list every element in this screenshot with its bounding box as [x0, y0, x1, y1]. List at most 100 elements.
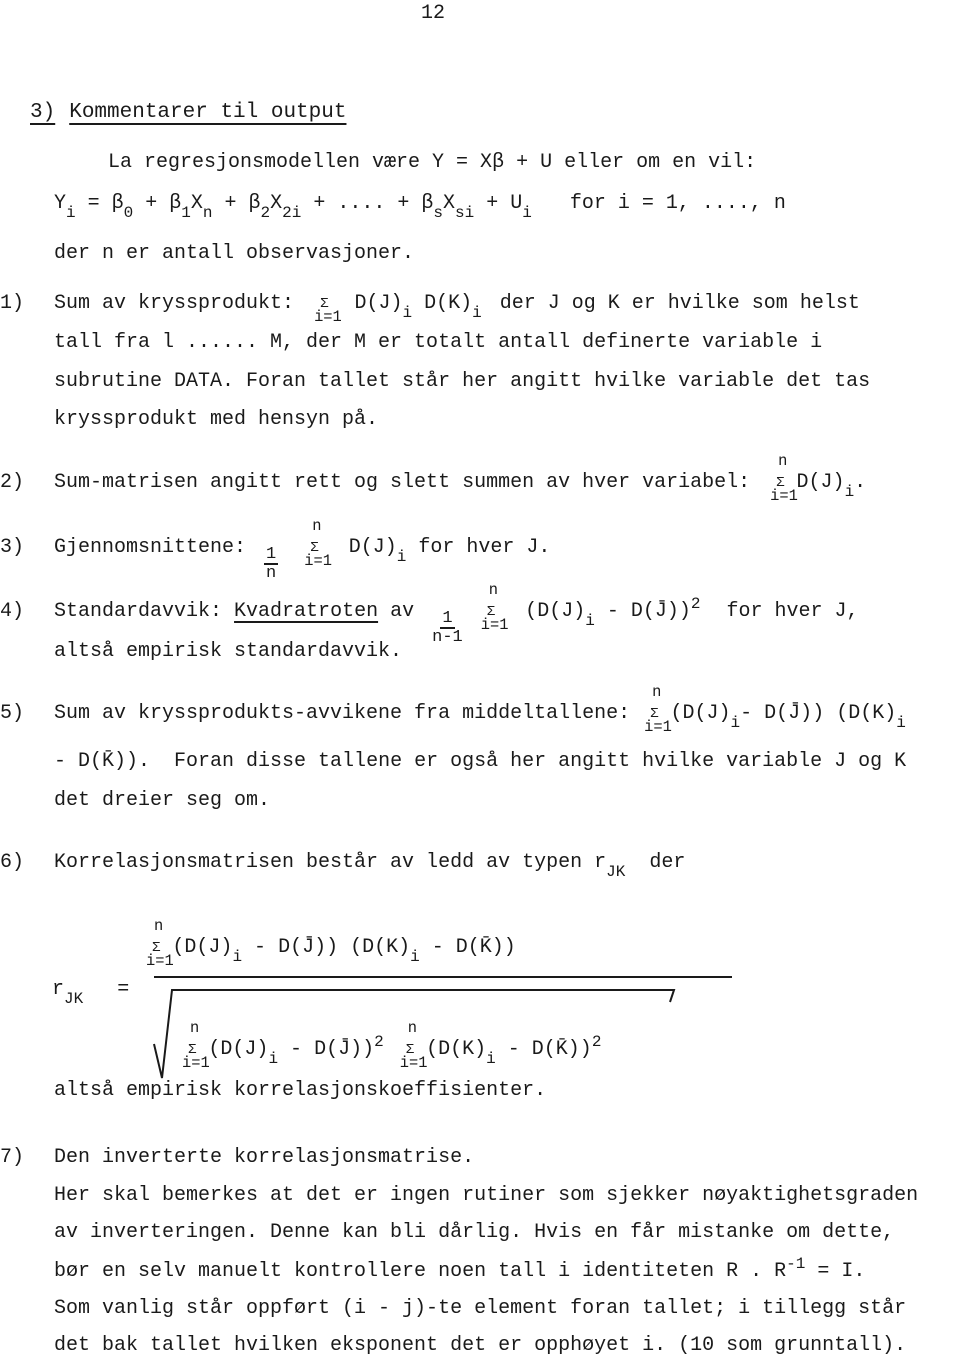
item-text: der J og K er hvilke som helst: [499, 292, 860, 315]
formula-numerator: Σi=1 n (D(J)i - D(J̄)) (D(K)i - D(K̄)): [146, 917, 516, 971]
item-1: 1) Sum av kryssprodukt: Σi=1 D(J)i D(K)i …: [0, 292, 860, 327]
item-text: det bak tallet hvilken eksponent det er …: [54, 1334, 907, 1357]
item-text: for hver J.: [418, 536, 551, 559]
math-term: D(K): [424, 292, 473, 315]
sigma-lower-limit: i=1: [314, 308, 342, 327]
section-number: 3): [30, 101, 56, 124]
sigma-lower-limit: i=1: [146, 952, 174, 971]
math-term: D(J̄): [764, 702, 813, 725]
math-term: .: [854, 471, 867, 494]
item-text: subrutine DATA. Foran tallet står her an…: [54, 370, 871, 393]
item-number: 6): [0, 851, 25, 874]
sigma-upper-limit: n: [190, 1019, 200, 1038]
item-number: 1): [0, 292, 25, 315]
math-sup: 2: [591, 1033, 602, 1051]
item-text: kryssprodukt med hensyn på.: [54, 408, 379, 431]
eq-sub: n: [202, 203, 213, 222]
math-term: D(J̄): [630, 600, 679, 623]
item-number: 2): [0, 471, 25, 494]
item-number: 7): [0, 1146, 25, 1169]
model-equation: Yi = β0 + β1Xn + β2X2i + .... + βsXsi + …: [54, 192, 786, 221]
math-sup: 2: [374, 1033, 384, 1051]
formula-denominator: Σi=1 n (D(J)i - D(J̄))2 Σi=1 n (D(K)i - D(K̄…: [182, 1019, 602, 1073]
item-number: 5): [0, 702, 25, 725]
item-text: Som vanlig står oppført (i - j)-te eleme…: [54, 1297, 907, 1320]
math-term: D(J): [796, 471, 845, 494]
sigma-upper-limit: n: [778, 452, 788, 471]
fraction-denominator: n: [266, 564, 277, 583]
math-sub: i: [268, 1049, 279, 1068]
fraction-one-over-n: 1n: [264, 546, 279, 583]
sigma-symbol: Σi=1 n: [146, 917, 174, 971]
section-heading: 3) Kommentarer til output: [30, 102, 346, 123]
eq-term: + U: [474, 192, 523, 215]
math-sub: i: [472, 303, 482, 322]
fraction-bar: [154, 976, 732, 978]
underlined-term: Kvadratroten: [234, 600, 379, 623]
sigma-upper-limit: n: [312, 517, 322, 536]
fraction-one-over-n-minus-1: 1 n-1: [432, 610, 463, 646]
fraction-numerator: 1: [440, 609, 455, 629]
math-sub: i: [410, 947, 420, 966]
math-sub: JK: [64, 989, 84, 1008]
eq-sub: 2i: [282, 203, 302, 222]
item-text: Her skal bemerkes at det er ingen rutine…: [54, 1184, 919, 1207]
item-text: = I.: [805, 1260, 866, 1283]
intro-note: der n er antall observasjoner.: [54, 242, 415, 265]
math-sub: JK: [606, 862, 626, 881]
sigma-lower-limit: i=1: [644, 718, 672, 737]
math-sup: -1: [786, 1255, 806, 1273]
math-term: -: [594, 600, 631, 623]
eq-sub: 0: [123, 203, 134, 222]
sigma-symbol: Σi=1 n: [304, 517, 332, 571]
eq-term: + .... + β: [301, 192, 434, 215]
item-text: av inverteringen. Denne kan bli dårlig. …: [54, 1221, 895, 1244]
sigma-lower-limit: i=1: [770, 487, 798, 506]
item-7-identity-line: bør en selv manuelt kontrollere noen tal…: [54, 1256, 866, 1283]
item-number: 3): [0, 536, 25, 559]
fraction-denominator: n-1: [432, 628, 463, 647]
math-sub: i: [730, 713, 741, 732]
math-term: - D(K̄)).: [54, 750, 151, 773]
math-sub: i: [844, 482, 855, 501]
formula-lhs: rJK =: [52, 980, 129, 1007]
sigma-symbol: Σi=1 n: [182, 1019, 210, 1073]
item-2: 2) Sum-matrisen angitt rett og slett summ…: [0, 453, 867, 504]
item-text: der: [649, 851, 686, 874]
item-lead: Sum av kryssprodukts-avvikene fra middel…: [54, 702, 631, 725]
item-text: for hver J,: [726, 600, 859, 623]
eq-term: X: [442, 192, 455, 215]
math-term: D(K̄): [531, 1038, 580, 1061]
correlation-formula: rJK = Σi=1 n (D(J)i - D(J̄)) (D(K)i - D(K̄…: [52, 898, 732, 1088]
eq-lhs: Y: [54, 192, 67, 215]
sigma-symbol: Σi=1 n: [644, 683, 672, 737]
item-7: 7) Den inverterte korrelasjonsmatrise.: [0, 1148, 474, 1168]
sigma-lower-limit: i=1: [399, 1054, 428, 1073]
eq-sub: 2: [260, 203, 271, 222]
math-sub: i: [402, 303, 413, 322]
eq-range: for i = 1, ...., n: [569, 192, 786, 215]
item-text: tall fra l ...... M, der M er totalt ant…: [54, 331, 823, 354]
math-term: D(J): [220, 1038, 269, 1061]
item-text: altså empirisk standardavvik.: [54, 640, 403, 663]
item-lead: Gjennomsnittene:: [54, 536, 247, 559]
math-sub: i: [896, 713, 906, 732]
sigma-lower-limit: i=1: [304, 552, 332, 571]
item-number: 4): [0, 600, 25, 623]
math-sub: i: [585, 611, 595, 630]
math-term: D(K̄): [455, 936, 504, 959]
item-6: 6) Korrelasjonsmatrisen består av ledd av…: [0, 851, 686, 880]
sigma-symbol: Σi=1: [314, 295, 342, 327]
item-lead: Sum-matrisen angitt rett og slett summen…: [54, 471, 751, 494]
sigma-lower-limit: i=1: [480, 616, 509, 635]
item-5-line-2: - D(K̄)). Foran disse tallene er også he…: [54, 752, 906, 772]
eq-term: + β: [212, 192, 261, 215]
intro-line: La regresjonsmodellen være Y = Xβ + U el…: [108, 151, 757, 174]
page-number: 12: [421, 2, 446, 25]
math-term: D(K): [438, 1038, 487, 1061]
math-term: D(J): [682, 702, 731, 725]
item-lead: Den inverterte korrelasjonsmatrise.: [54, 1146, 475, 1169]
sigma-upper-limit: n: [652, 683, 662, 702]
section-title: Kommentarer til output: [69, 101, 347, 124]
eq-sub: si: [455, 203, 475, 222]
